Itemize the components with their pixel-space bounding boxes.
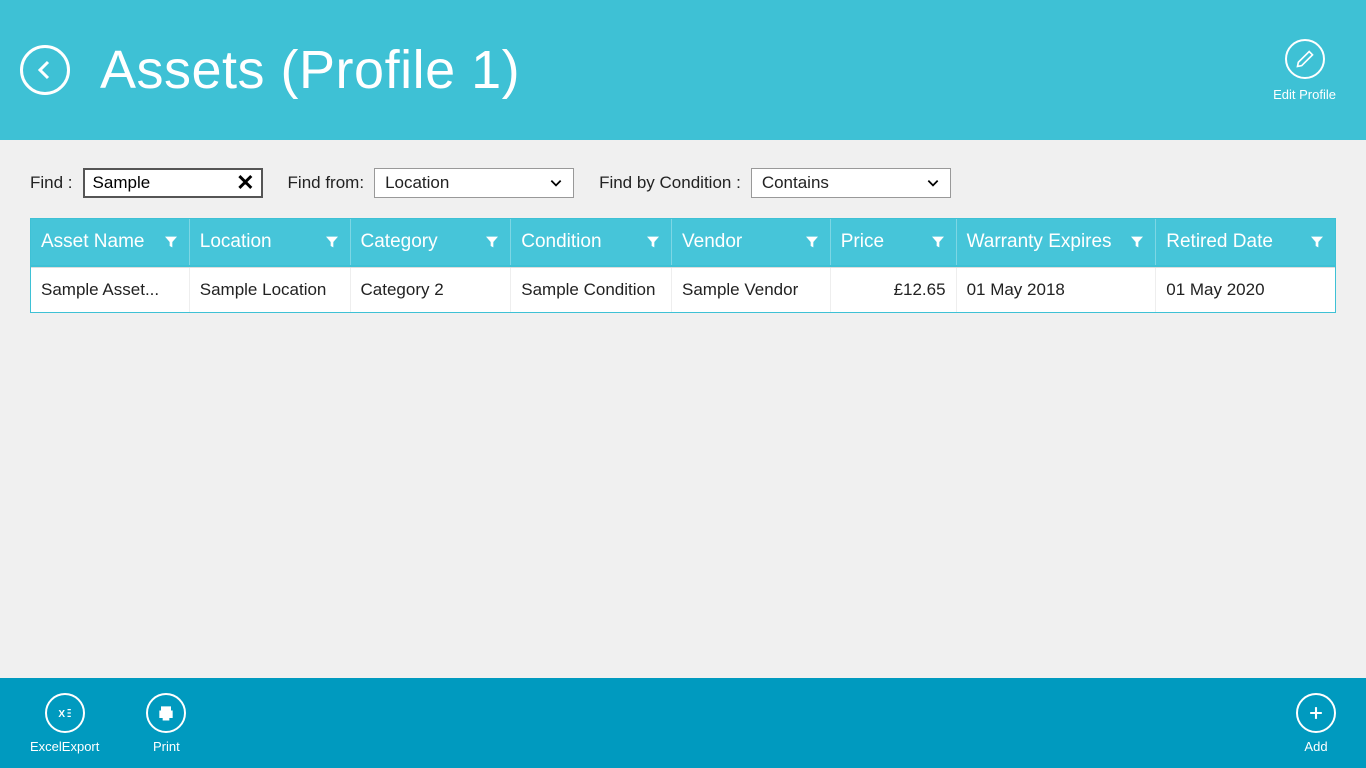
filters-bar: Find : ✕ Find from: Location Find by Con…: [0, 140, 1366, 218]
cell-vendor: Sample Vendor: [672, 268, 831, 312]
excel-export-label: ExcelExport: [30, 739, 99, 754]
print-icon: [156, 703, 176, 723]
column-header-price[interactable]: Price: [831, 219, 957, 265]
find-condition-label: Find by Condition :: [599, 173, 741, 193]
back-arrow-icon: [33, 58, 57, 82]
excel-export-button[interactable]: X ExcelExport: [30, 693, 99, 754]
filter-icon[interactable]: [163, 234, 179, 250]
excel-icon-circle: X: [45, 693, 85, 733]
find-condition-dropdown[interactable]: Contains: [751, 168, 951, 198]
column-header-retired-date[interactable]: Retired Date: [1156, 219, 1335, 265]
excel-icon: X: [55, 703, 75, 723]
add-label: Add: [1296, 739, 1336, 754]
filter-icon[interactable]: [645, 234, 661, 250]
column-header-category[interactable]: Category: [351, 219, 512, 265]
cell-warranty-expires: 01 May 2018: [957, 268, 1157, 312]
find-from-group: Find from: Location: [288, 168, 575, 198]
filter-icon[interactable]: [804, 234, 820, 250]
find-input[interactable]: [85, 170, 235, 196]
cell-asset-name: Sample Asset...: [31, 268, 190, 312]
find-condition-group: Find by Condition : Contains: [599, 168, 951, 198]
filter-icon[interactable]: [1129, 234, 1145, 250]
table-header-row: Asset Name Location Category Condition V…: [31, 219, 1335, 267]
chevron-down-icon: [926, 176, 940, 190]
plus-icon: [1306, 703, 1326, 723]
print-icon-circle: [146, 693, 186, 733]
add-button[interactable]: Add: [1296, 693, 1336, 754]
plus-icon-circle: [1296, 693, 1336, 733]
assets-table: Asset Name Location Category Condition V…: [30, 218, 1336, 313]
find-input-wrapper: ✕: [83, 168, 263, 198]
back-button[interactable]: [20, 45, 70, 95]
cell-condition: Sample Condition: [511, 268, 672, 312]
chevron-down-icon: [549, 176, 563, 190]
find-from-label: Find from:: [288, 173, 365, 193]
cell-location: Sample Location: [190, 268, 351, 312]
svg-text:X: X: [58, 709, 65, 720]
print-label: Print: [146, 739, 186, 754]
find-group: Find : ✕: [30, 168, 263, 198]
table-row[interactable]: Sample Asset... Sample Location Category…: [31, 267, 1335, 312]
find-condition-value: Contains: [762, 173, 829, 193]
column-header-asset-name[interactable]: Asset Name: [31, 219, 190, 265]
page-title: Assets (Profile 1): [100, 39, 520, 101]
app-bar: X ExcelExport Print Add: [0, 678, 1366, 768]
app-bar-left: X ExcelExport Print: [30, 693, 186, 754]
column-header-condition[interactable]: Condition: [511, 219, 672, 265]
find-from-value: Location: [385, 173, 449, 193]
column-header-warranty-expires[interactable]: Warranty Expires: [957, 219, 1157, 265]
pencil-icon: [1295, 49, 1315, 69]
cell-retired-date: 01 May 2020: [1156, 268, 1335, 312]
pencil-icon-circle: [1285, 39, 1325, 79]
column-header-vendor[interactable]: Vendor: [672, 219, 831, 265]
filter-icon[interactable]: [324, 234, 340, 250]
filter-icon[interactable]: [930, 234, 946, 250]
page-header: Assets (Profile 1) Edit Profile: [0, 0, 1366, 140]
cell-price: £12.65: [831, 268, 957, 312]
print-button[interactable]: Print: [146, 693, 186, 754]
header-left: Assets (Profile 1): [20, 39, 520, 101]
filter-icon[interactable]: [484, 234, 500, 250]
edit-profile-button[interactable]: Edit Profile: [1273, 39, 1336, 102]
find-label: Find :: [30, 173, 73, 193]
clear-icon[interactable]: ✕: [236, 170, 254, 196]
filter-icon[interactable]: [1309, 234, 1325, 250]
edit-profile-label: Edit Profile: [1273, 87, 1336, 102]
column-header-location[interactable]: Location: [190, 219, 351, 265]
cell-category: Category 2: [351, 268, 512, 312]
find-from-dropdown[interactable]: Location: [374, 168, 574, 198]
